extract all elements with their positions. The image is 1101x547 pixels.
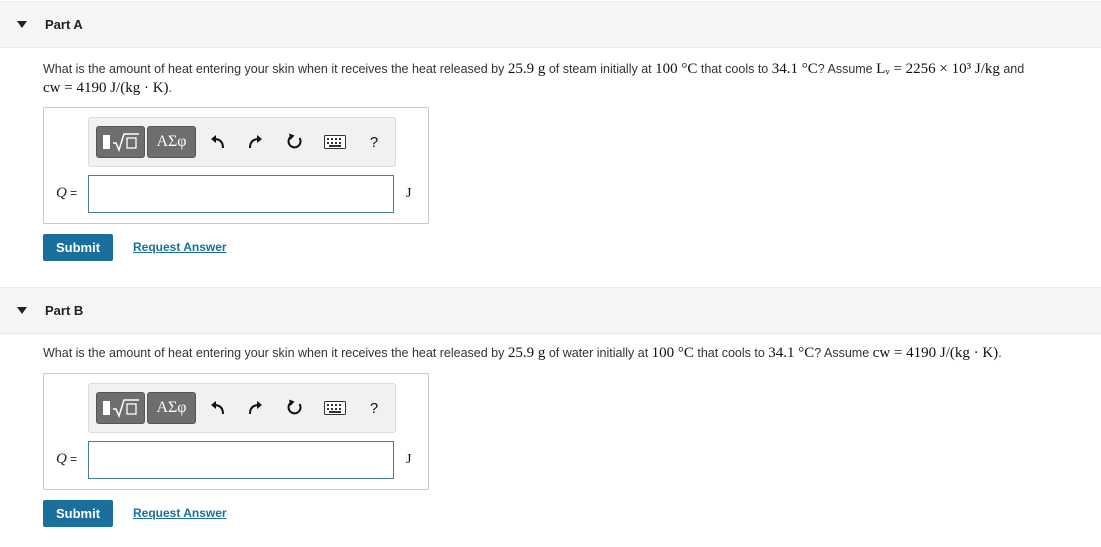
collapse-triangle-icon[interactable] [17, 21, 27, 28]
specific-heat-constant: cw = 4190 J/(kg · K) [43, 80, 169, 96]
answer-input[interactable] [88, 441, 394, 479]
redo-icon[interactable] [244, 396, 266, 420]
unit-label: J [406, 186, 412, 201]
mass-value: 25.9 g [507, 61, 546, 77]
templates-button[interactable] [96, 126, 145, 158]
keyboard-icon[interactable] [324, 130, 346, 154]
reset-icon[interactable] [284, 130, 306, 154]
math-toolbar: ΑΣφ ? [88, 383, 396, 433]
redo-icon[interactable] [244, 130, 266, 154]
specific-heat-constant: cw = 4190 J/(kg · K) [872, 345, 999, 361]
templates-icon [102, 399, 139, 419]
part-a-answer-box: ΑΣφ ? Q = J [43, 107, 429, 224]
help-button[interactable]: ? [363, 396, 385, 420]
request-answer-link[interactable]: Request Answer [133, 506, 227, 520]
submit-button[interactable]: Submit [43, 234, 113, 261]
keyboard-icon[interactable] [324, 396, 346, 420]
help-button[interactable]: ? [363, 130, 385, 154]
request-answer-link[interactable]: Request Answer [133, 240, 227, 254]
latent-heat-constant: Lᵥ = 2256 × 10³ J/kg [876, 61, 1000, 77]
mass-value: 25.9 g [507, 345, 546, 361]
part-b-header[interactable]: Part B [0, 287, 1101, 334]
templates-icon [102, 133, 139, 153]
part-b-question: What is the amount of heat entering your… [43, 345, 1002, 361]
final-temp: 34.1 °C [771, 61, 818, 77]
variable-label: Q = [56, 451, 78, 467]
part-a-question: What is the amount of heat entering your… [43, 61, 1025, 96]
part-b-title: Part B [45, 303, 84, 318]
answer-input[interactable] [88, 175, 394, 213]
reset-icon[interactable] [284, 396, 306, 420]
templates-button[interactable] [96, 392, 145, 424]
undo-icon[interactable] [207, 396, 229, 420]
part-b-answer-box: ΑΣφ ? Q = J [43, 373, 429, 490]
variable-label: Q = [56, 185, 78, 201]
part-a-title: Part A [45, 17, 83, 32]
greek-symbols-button[interactable]: ΑΣφ [147, 392, 196, 424]
collapse-triangle-icon[interactable] [17, 307, 27, 314]
submit-button[interactable]: Submit [43, 500, 113, 527]
math-toolbar: ΑΣφ ? [88, 117, 396, 167]
unit-label: J [406, 452, 412, 467]
undo-icon[interactable] [207, 130, 229, 154]
initial-temp: 100 °C [655, 61, 698, 77]
initial-temp: 100 °C [651, 345, 694, 361]
greek-symbols-button[interactable]: ΑΣφ [147, 126, 196, 158]
final-temp: 34.1 °C [768, 345, 815, 361]
part-a-header[interactable]: Part A [0, 1, 1101, 48]
